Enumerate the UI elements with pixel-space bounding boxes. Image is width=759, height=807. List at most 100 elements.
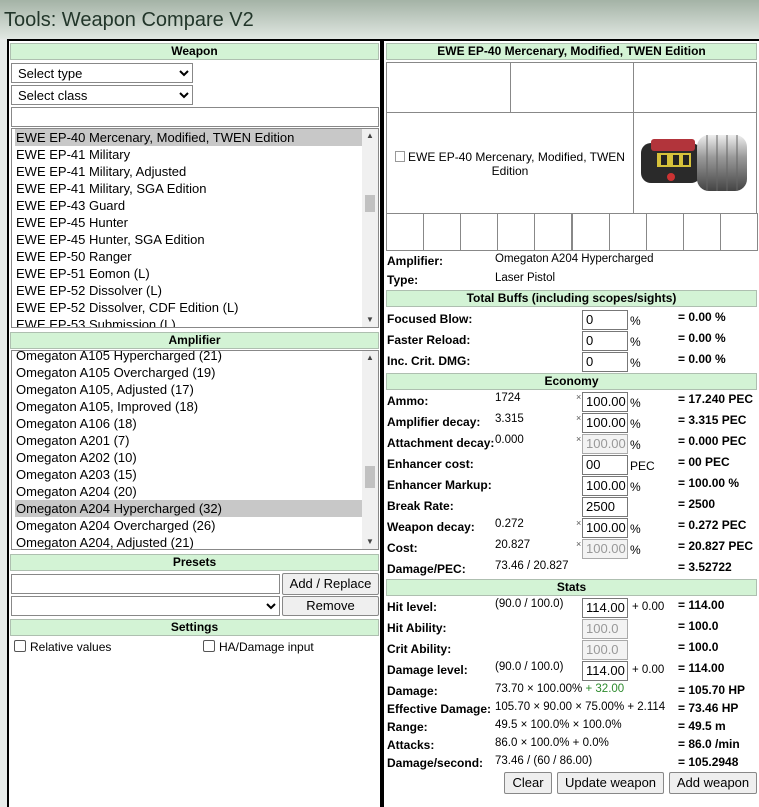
list-item[interactable]: EWE EP-45 Hunter, SGA Edition (15, 231, 362, 248)
multiply-icon: × (576, 392, 582, 402)
image-grid-cell (683, 213, 721, 251)
list-item[interactable]: EWE EP-43 Guard (15, 197, 362, 214)
list-item[interactable]: EWE EP-51 Eomon (L) (15, 265, 362, 282)
buff-input[interactable]: 0 (582, 352, 628, 372)
relative-values-label: Relative values (30, 640, 112, 654)
economy-result: = 00 PEC (678, 455, 730, 469)
image-grid-cell (423, 213, 461, 251)
amplifier-list-scrollbar[interactable]: ▲ ▼ (362, 351, 378, 549)
damage-level-label: Damage level: (387, 663, 468, 677)
list-item[interactable]: Omegaton A105, Adjusted (17) (15, 381, 362, 398)
image-grid-cell (720, 213, 758, 251)
list-item[interactable]: Omegaton A204, Adjusted (21) (15, 534, 362, 549)
amplifier-image (641, 135, 747, 191)
economy-unit: PEC (630, 459, 655, 473)
weapon-listbox[interactable]: ▲ ▼ EWE EP-40 Mercenary, Modified, TWEN … (11, 128, 379, 328)
economy-input[interactable]: 100.00 (582, 392, 628, 412)
image-grid-cell (386, 213, 424, 251)
list-item[interactable]: EWE EP-41 Military (15, 146, 362, 163)
scroll-thumb[interactable] (365, 466, 375, 488)
damage-label: Damage: (387, 684, 438, 698)
list-item[interactable]: Omegaton A204 Overcharged (26) (15, 517, 362, 534)
economy-input[interactable]: 100.00 (582, 413, 628, 433)
buff-input[interactable]: 0 (582, 331, 628, 351)
weapon-list-scrollbar[interactable]: ▲ ▼ (362, 129, 378, 327)
list-item[interactable]: EWE EP-52 Dissolver (L) (15, 282, 362, 299)
list-item[interactable]: Omegaton A202 (10) (15, 449, 362, 466)
damage-per-second-label: Damage/second: (387, 756, 484, 770)
hit-level-value: (90.0 / 100.0) (495, 598, 564, 610)
buff-input[interactable]: 0 (582, 310, 628, 330)
list-item[interactable]: EWE EP-50 Ranger (15, 248, 362, 265)
list-item[interactable]: EWE EP-41 Military, Adjusted (15, 163, 362, 180)
clear-button[interactable]: Clear (504, 772, 552, 794)
economy-label: Cost: (387, 541, 418, 555)
ha-damage-input-checkbox[interactable] (203, 640, 215, 652)
damage-level-value: (90.0 / 100.0) (495, 661, 564, 673)
buff-label: Inc. Crit. DMG: (387, 354, 471, 368)
amplifier-section-header: Amplifier (10, 332, 379, 349)
weapon-filter-input[interactable] (11, 107, 379, 127)
economy-input[interactable]: 100.00 (582, 539, 628, 559)
economy-input[interactable]: 100.00 (582, 434, 628, 454)
list-item[interactable]: EWE EP-41 Military, SGA Edition (15, 180, 362, 197)
list-item[interactable]: Omegaton A204 Hypercharged (32) (15, 500, 362, 517)
presets-section-header: Presets (10, 554, 379, 571)
economy-input[interactable]: 2500 (582, 497, 628, 517)
range-label: Range: (387, 720, 428, 734)
attacks-label: Attacks: (387, 738, 435, 752)
economy-result: = 2500 (678, 497, 716, 511)
economy-unit: % (630, 438, 641, 452)
hit-level-result: = 114.00 (678, 598, 725, 612)
hit-ability-input[interactable]: 100.0 (582, 619, 628, 639)
economy-value: 1724 (495, 392, 521, 404)
type-detail-label: Type: (387, 273, 419, 287)
economy-input[interactable]: 00 (582, 455, 628, 475)
list-item[interactable]: Omegaton A204 (20) (15, 483, 362, 500)
remove-button[interactable]: Remove (282, 596, 379, 616)
relative-values-checkbox[interactable] (14, 640, 26, 652)
economy-unit: % (630, 480, 641, 494)
title-bar: Tools: Weapon Compare V2 (0, 0, 759, 38)
crit-ability-input[interactable]: 100.0 (582, 640, 628, 660)
effective-damage-label: Effective Damage: (387, 702, 492, 716)
list-item[interactable]: EWE EP-40 Mercenary, Modified, TWEN Edit… (15, 129, 362, 146)
economy-value: 0.000 (495, 434, 524, 446)
damage-level-input[interactable]: 114.00 (582, 661, 628, 681)
list-item[interactable]: EWE EP-45 Hunter (15, 214, 362, 231)
list-item[interactable]: EWE EP-52 Dissolver, CDF Edition (L) (15, 299, 362, 316)
hit-level-input[interactable]: 114.00 (582, 598, 628, 618)
weapon-image-alt: EWE EP-40 Mercenary, Modified, TWEN Edit… (388, 150, 632, 178)
list-item[interactable]: Omegaton A105, Improved (18) (15, 398, 362, 415)
image-grid-cell (534, 213, 572, 251)
list-item[interactable]: Omegaton A203 (15) (15, 466, 362, 483)
buff-unit: % (630, 356, 641, 370)
economy-result: = 3.52722 (678, 560, 732, 574)
hit-ability-label: Hit Ability: (387, 621, 447, 635)
economy-unit: % (630, 396, 641, 410)
add-replace-button[interactable]: Add / Replace (282, 573, 379, 595)
weapon-type-select[interactable]: Select type (11, 63, 193, 83)
preset-select[interactable] (11, 596, 280, 616)
amplifier-listbox[interactable]: ▲ ▼ Omegaton A105 Hypercharged (21) Omega… (11, 350, 379, 550)
list-item[interactable]: Omegaton A201 (7) (15, 432, 362, 449)
list-item[interactable]: Omegaton A106 (18) (15, 415, 362, 432)
scroll-thumb[interactable] (365, 195, 375, 212)
scroll-down-icon[interactable]: ▼ (362, 535, 378, 549)
weapon-class-select[interactable]: Select class (11, 85, 193, 105)
economy-label: Break Rate: (387, 499, 454, 513)
image-grid-cell (609, 213, 647, 251)
scroll-up-icon[interactable]: ▲ (362, 129, 378, 143)
scroll-up-icon[interactable]: ▲ (362, 351, 378, 365)
add-weapon-button[interactable]: Add weapon (669, 772, 757, 794)
list-item[interactable]: EWE EP-53 Submission (L) (15, 316, 362, 327)
stats-section-header: Stats (386, 579, 757, 596)
preset-name-input[interactable] (11, 574, 280, 594)
economy-input[interactable]: 100.00 (582, 518, 628, 538)
list-item[interactable]: Omegaton A105 Hypercharged (21) (15, 351, 362, 364)
list-item[interactable]: Omegaton A105 Overcharged (19) (15, 364, 362, 381)
scroll-down-icon[interactable]: ▼ (362, 313, 378, 327)
economy-input[interactable]: 100.00 (582, 476, 628, 496)
update-weapon-button[interactable]: Update weapon (557, 772, 664, 794)
right-panel: EWE EP-40 Mercenary, Modified, TWEN Edit… (382, 39, 759, 807)
